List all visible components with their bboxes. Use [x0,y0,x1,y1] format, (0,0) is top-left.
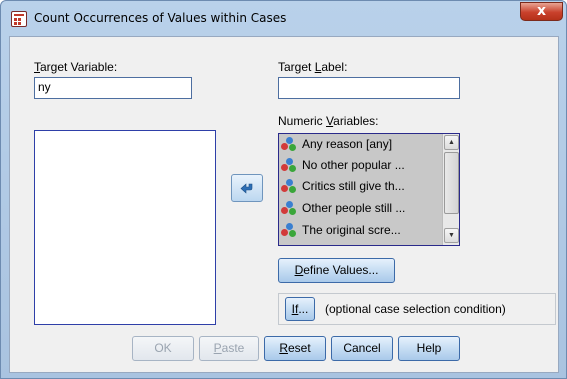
paste-button[interactable]: Paste [199,336,259,361]
ok-button[interactable]: OK [132,336,194,361]
numeric-variables-label: Numeric Variables: [278,114,379,128]
move-left-arrow-icon [240,183,253,194]
vertical-scrollbar[interactable]: ▲ ▼ [442,134,459,245]
list-item[interactable]: The original scre... [281,221,439,239]
list-item[interactable]: Other people still ... [281,199,439,217]
nominal-variable-icon [281,136,297,152]
source-variable-list[interactable] [34,130,216,325]
list-item-label: The original scre... [302,223,401,237]
if-condition-hint: (optional case selection condition) [325,302,506,316]
list-item[interactable]: No other popular ... [281,156,439,174]
list-item[interactable]: Critics still give th... [281,177,439,195]
list-item-label: Other people still ... [302,201,406,215]
nominal-variable-icon [281,178,297,194]
reset-button[interactable]: Reset [264,336,326,361]
title-bar[interactable]: Count Occurrences of Values within Cases… [1,1,566,37]
cancel-button[interactable]: Cancel [331,336,393,361]
window-title: Count Occurrences of Values within Cases [34,11,287,25]
nominal-variable-icon [281,157,297,173]
scroll-down-icon[interactable]: ▼ [444,228,459,243]
define-values-button[interactable]: Define Values... [278,258,395,283]
numeric-variables-list[interactable]: Any reason [any] No other popular ... Cr… [278,133,460,246]
list-item-label: Any reason [any] [302,137,393,151]
move-variable-button[interactable] [231,174,263,202]
count-occurrences-icon [11,11,27,27]
list-item[interactable]: Any reason [any] [281,135,439,153]
target-label-label: Target Label: [278,60,348,74]
list-item-label: No other popular ... [302,158,405,172]
close-button[interactable]: x [520,2,563,21]
target-label-input[interactable] [278,77,460,99]
list-item-label: Critics still give th... [302,179,405,193]
target-variable-label: Target Variable: [34,60,118,74]
close-icon: x [536,3,547,19]
scroll-up-icon[interactable]: ▲ [444,135,459,150]
target-variable-value: ny [38,80,51,94]
nominal-variable-icon [281,200,297,216]
dialog-body: Target Variable: ny Target Label: Numeri… [9,36,559,373]
help-button[interactable]: Help [398,336,460,361]
if-button[interactable]: If... [285,297,315,321]
scroll-thumb[interactable] [444,152,459,214]
dialog-window: Count Occurrences of Values within Cases… [0,0,567,379]
target-variable-input[interactable]: ny [34,77,192,99]
case-selection-group: If... (optional case selection condition… [278,293,556,325]
nominal-variable-icon [281,222,297,238]
